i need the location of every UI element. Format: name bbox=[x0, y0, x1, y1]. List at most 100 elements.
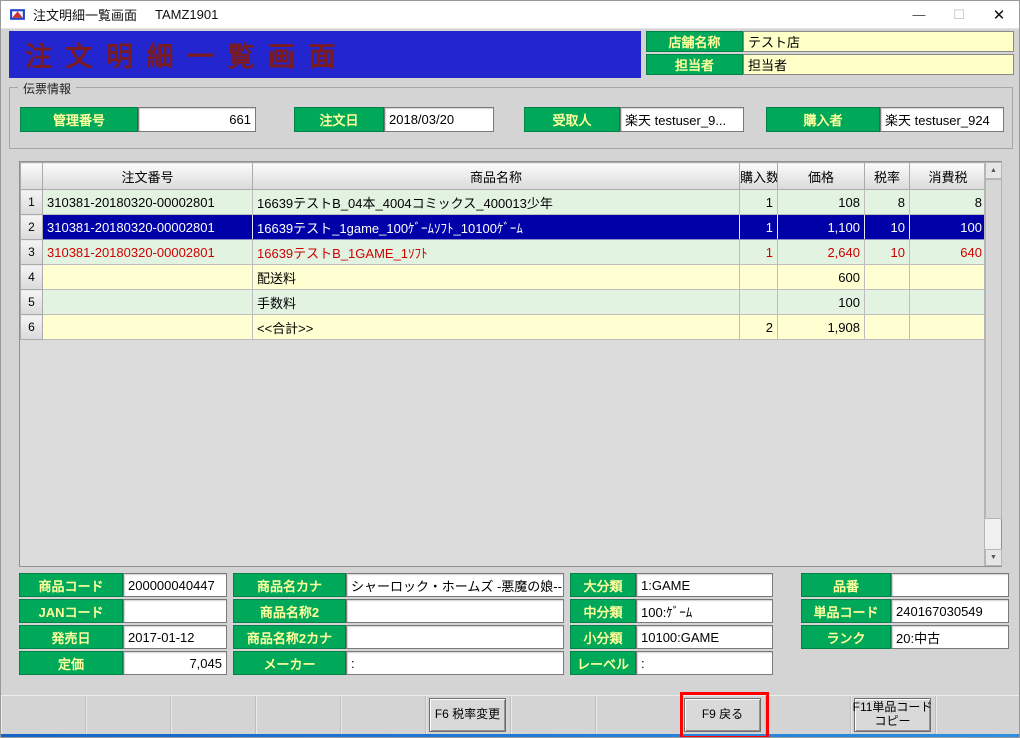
grid-row-5[interactable]: 5 手数料 100 bbox=[21, 290, 987, 315]
cell-tax-rate: 10 bbox=[865, 240, 910, 265]
f6-tax-rate-change-button[interactable]: F6 税率変更 bbox=[429, 698, 506, 732]
name2-kana-label: 商品名称2カナ bbox=[233, 625, 346, 649]
cell-tax-rate: 10 bbox=[865, 215, 910, 240]
col-header-qty: 購入数 bbox=[740, 163, 778, 190]
name-kana-label: 商品名カナ bbox=[233, 573, 346, 597]
purchaser-field[interactable]: 楽天 testuser_924 bbox=[880, 107, 1004, 132]
list-price-field[interactable]: 7,045 bbox=[123, 651, 227, 675]
cell-tax: 640 bbox=[910, 240, 987, 265]
cell-tax: 100 bbox=[910, 215, 987, 240]
slip-info-row: 管理番号 661 注文日 2018/03/20 受取人 楽天 testuser_… bbox=[20, 107, 1004, 132]
row-number: 3 bbox=[21, 240, 43, 265]
cell-item-name: <<合計>> bbox=[253, 315, 740, 340]
fkey-slot-12 bbox=[936, 696, 1020, 736]
category-small-field[interactable]: 10100:GAME bbox=[636, 625, 773, 649]
jan-code-label: JANコード bbox=[19, 599, 123, 623]
cell-qty bbox=[740, 265, 778, 290]
staff-field[interactable]: 担当者 bbox=[743, 54, 1014, 75]
maker-label: メーカー bbox=[233, 651, 346, 675]
cell-order-no bbox=[43, 290, 253, 315]
grid-row-3[interactable]: 3 310381-20180320-00002801 16639テストB_1GA… bbox=[21, 240, 987, 265]
cell-item-name: 配送料 bbox=[253, 265, 740, 290]
grid-row-4[interactable]: 4 配送料 600 bbox=[21, 265, 987, 290]
cell-qty: 1 bbox=[740, 215, 778, 240]
product-code-label: 商品コード bbox=[19, 573, 123, 597]
name-kana-field[interactable]: シャーロック・ホームズ -悪魔の娘-- ... bbox=[346, 573, 564, 597]
col-header-tax-rate: 税率 bbox=[865, 163, 910, 190]
cell-tax-rate bbox=[865, 265, 910, 290]
fkey-slot-10 bbox=[766, 696, 851, 736]
f11-label-line2: コピー bbox=[874, 715, 910, 729]
cell-order-no: 310381-20180320-00002801 bbox=[43, 190, 253, 215]
grid-row-2-selected[interactable]: 2 310381-20180320-00002801 16639テスト_1gam… bbox=[21, 215, 987, 240]
cell-item-name: 16639テストB_04本_4004コミックス_400013少年 bbox=[253, 190, 740, 215]
fkey-slot-3 bbox=[171, 696, 256, 736]
fkey-slot-2 bbox=[86, 696, 171, 736]
row-number: 5 bbox=[21, 290, 43, 315]
row-number: 6 bbox=[21, 315, 43, 340]
cell-tax-rate: 8 bbox=[865, 190, 910, 215]
store-name-field[interactable]: テスト店 bbox=[743, 31, 1014, 52]
unit-code-field[interactable]: 240167030549 bbox=[891, 599, 1009, 623]
fkey-slot-8 bbox=[596, 696, 681, 736]
store-name-label: 店舗名称 bbox=[646, 31, 743, 52]
name2-field[interactable] bbox=[346, 599, 564, 623]
maximize-button[interactable]: ☐ bbox=[939, 1, 979, 28]
slip-info-group: 伝票情報 管理番号 661 注文日 2018/03/20 受取人 楽天 test… bbox=[9, 87, 1013, 149]
jan-code-field[interactable] bbox=[123, 599, 227, 623]
item-detail-form: 商品コード 200000040447 商品名カナ シャーロック・ホームズ -悪魔… bbox=[19, 573, 1009, 677]
category-large-label: 大分類 bbox=[570, 573, 636, 597]
function-key-bar: F6 税率変更 F9 戻る F11単品コード コピー bbox=[1, 695, 1020, 736]
f11-unit-code-copy-button[interactable]: F11単品コード コピー bbox=[854, 698, 931, 732]
part-number-field[interactable] bbox=[891, 573, 1009, 597]
recipient-label: 受取人 bbox=[524, 107, 620, 132]
rank-field[interactable]: 20:中古 bbox=[891, 625, 1009, 649]
name2-kana-field[interactable] bbox=[346, 625, 564, 649]
cell-price: 100 bbox=[778, 290, 865, 315]
fkey-slot-5 bbox=[341, 696, 426, 736]
fkey-slot-6: F6 税率変更 bbox=[426, 696, 511, 736]
list-price-label: 定価 bbox=[19, 651, 123, 675]
grid-row-6-total[interactable]: 6 <<合計>> 2 1,908 bbox=[21, 315, 987, 340]
control-number-field[interactable]: 661 bbox=[138, 107, 256, 132]
cell-order-no: 310381-20180320-00002801 bbox=[43, 240, 253, 265]
fkey-slot-1 bbox=[1, 696, 86, 736]
close-button[interactable]: ✕ bbox=[979, 1, 1019, 28]
grid-row-1[interactable]: 1 310381-20180320-00002801 16639テストB_04本… bbox=[21, 190, 987, 215]
cell-price: 108 bbox=[778, 190, 865, 215]
product-code-field[interactable]: 200000040447 bbox=[123, 573, 227, 597]
scroll-down-icon[interactable]: ▼ bbox=[985, 549, 1002, 566]
purchaser-label: 購入者 bbox=[766, 107, 880, 132]
minimize-button[interactable]: — bbox=[899, 1, 939, 28]
maker-field[interactable]: : bbox=[346, 651, 564, 675]
order-date-label: 注文日 bbox=[294, 107, 384, 132]
scrollbar-thumb[interactable] bbox=[985, 179, 1002, 519]
slip-info-legend: 伝票情報 bbox=[18, 80, 76, 97]
release-date-field[interactable]: 2017-01-12 bbox=[123, 625, 227, 649]
col-header-price: 価格 bbox=[778, 163, 865, 190]
order-date-field[interactable]: 2018/03/20 bbox=[384, 107, 494, 132]
recipient-field[interactable]: 楽天 testuser_9... bbox=[620, 107, 744, 132]
vertical-scrollbar[interactable]: ▲ ▼ bbox=[984, 162, 1001, 566]
order-detail-grid: 注文番号 商品名称 購入数 価格 税率 消費税 1 310381-2018032… bbox=[19, 161, 1002, 567]
detail-row-2: JANコード 商品名称2 中分類 100:ｹﾞｰﾑ 単品コード 24016703… bbox=[19, 599, 1009, 623]
screen-banner-title: 注 文 明 細 一 覧 画 面 bbox=[25, 35, 339, 74]
row-number: 1 bbox=[21, 190, 43, 215]
detail-row-4: 定価 7,045 メーカー : レーベル : bbox=[19, 651, 1009, 675]
window-code: TAMZ1901 bbox=[155, 7, 218, 22]
f9-back-button[interactable]: F9 戻る bbox=[684, 698, 761, 732]
cell-item-name: 手数料 bbox=[253, 290, 740, 315]
header-fields: 店舗名称 テスト店 担当者 担当者 bbox=[646, 31, 1014, 77]
category-mid-field[interactable]: 100:ｹﾞｰﾑ bbox=[636, 599, 773, 623]
label-name-field[interactable]: : bbox=[636, 651, 773, 675]
category-large-field[interactable]: 1:GAME bbox=[636, 573, 773, 597]
col-header-tax: 消費税 bbox=[910, 163, 987, 190]
f11-label-line1: F11単品コード bbox=[853, 701, 933, 715]
scroll-up-icon[interactable]: ▲ bbox=[985, 162, 1002, 179]
col-header-item-name: 商品名称 bbox=[253, 163, 740, 190]
grid-table: 注文番号 商品名称 購入数 価格 税率 消費税 1 310381-2018032… bbox=[20, 162, 987, 340]
cell-tax-rate bbox=[865, 290, 910, 315]
fkey-slot-11: F11単品コード コピー bbox=[851, 696, 936, 736]
control-number-label: 管理番号 bbox=[20, 107, 138, 132]
row-number: 2 bbox=[21, 215, 43, 240]
